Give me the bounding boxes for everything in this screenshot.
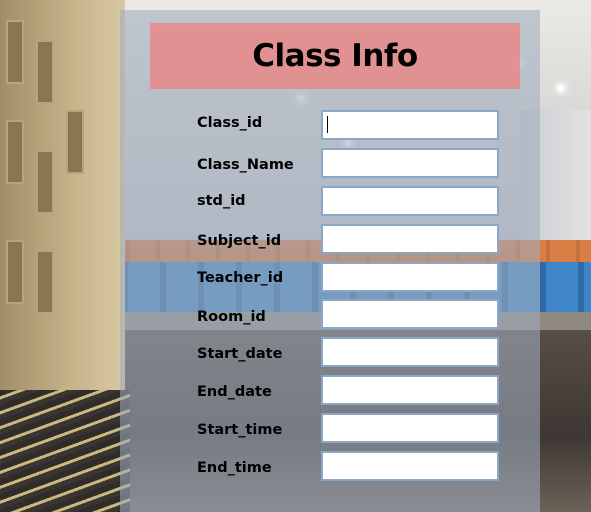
background-wall-panel [36, 250, 54, 314]
background-wall-panel [6, 240, 24, 304]
end-time-input[interactable] [321, 451, 499, 481]
std-id-label: std_id [197, 193, 246, 209]
subject-id-input[interactable] [321, 224, 499, 254]
end-date-label: End_date [197, 384, 272, 400]
title-bar: Class Info [150, 23, 520, 89]
room-id-input[interactable] [321, 299, 499, 329]
end-date-input[interactable] [321, 375, 499, 405]
form-title: Class Info [252, 38, 418, 74]
background-carpet [0, 390, 130, 512]
start-date-input[interactable] [321, 337, 499, 367]
std-id-input[interactable] [321, 186, 499, 216]
class-id-label: Class_id [197, 115, 263, 131]
background-wall-panel [6, 120, 24, 184]
background-wall-panel [36, 40, 54, 104]
start-time-label: Start_time [197, 422, 283, 438]
start-date-label: Start_date [197, 346, 283, 362]
teacher-id-label: Teacher_id [197, 270, 284, 286]
background-wall-panel [66, 110, 84, 174]
background-wall-panel [6, 20, 24, 84]
class-id-input[interactable] [321, 110, 499, 140]
class-info-window: Class Info Class_id Class_Name std_id Su… [0, 0, 591, 512]
end-time-label: End_time [197, 460, 272, 476]
class-name-label: Class_Name [197, 157, 294, 173]
text-caret [327, 116, 328, 133]
background-light [558, 85, 564, 91]
background-wall-panel [36, 150, 54, 214]
start-time-input[interactable] [321, 413, 499, 443]
subject-id-label: Subject_id [197, 233, 282, 249]
class-name-input[interactable] [321, 148, 499, 178]
room-id-label: Room_id [197, 309, 266, 325]
teacher-id-input[interactable] [321, 262, 499, 292]
